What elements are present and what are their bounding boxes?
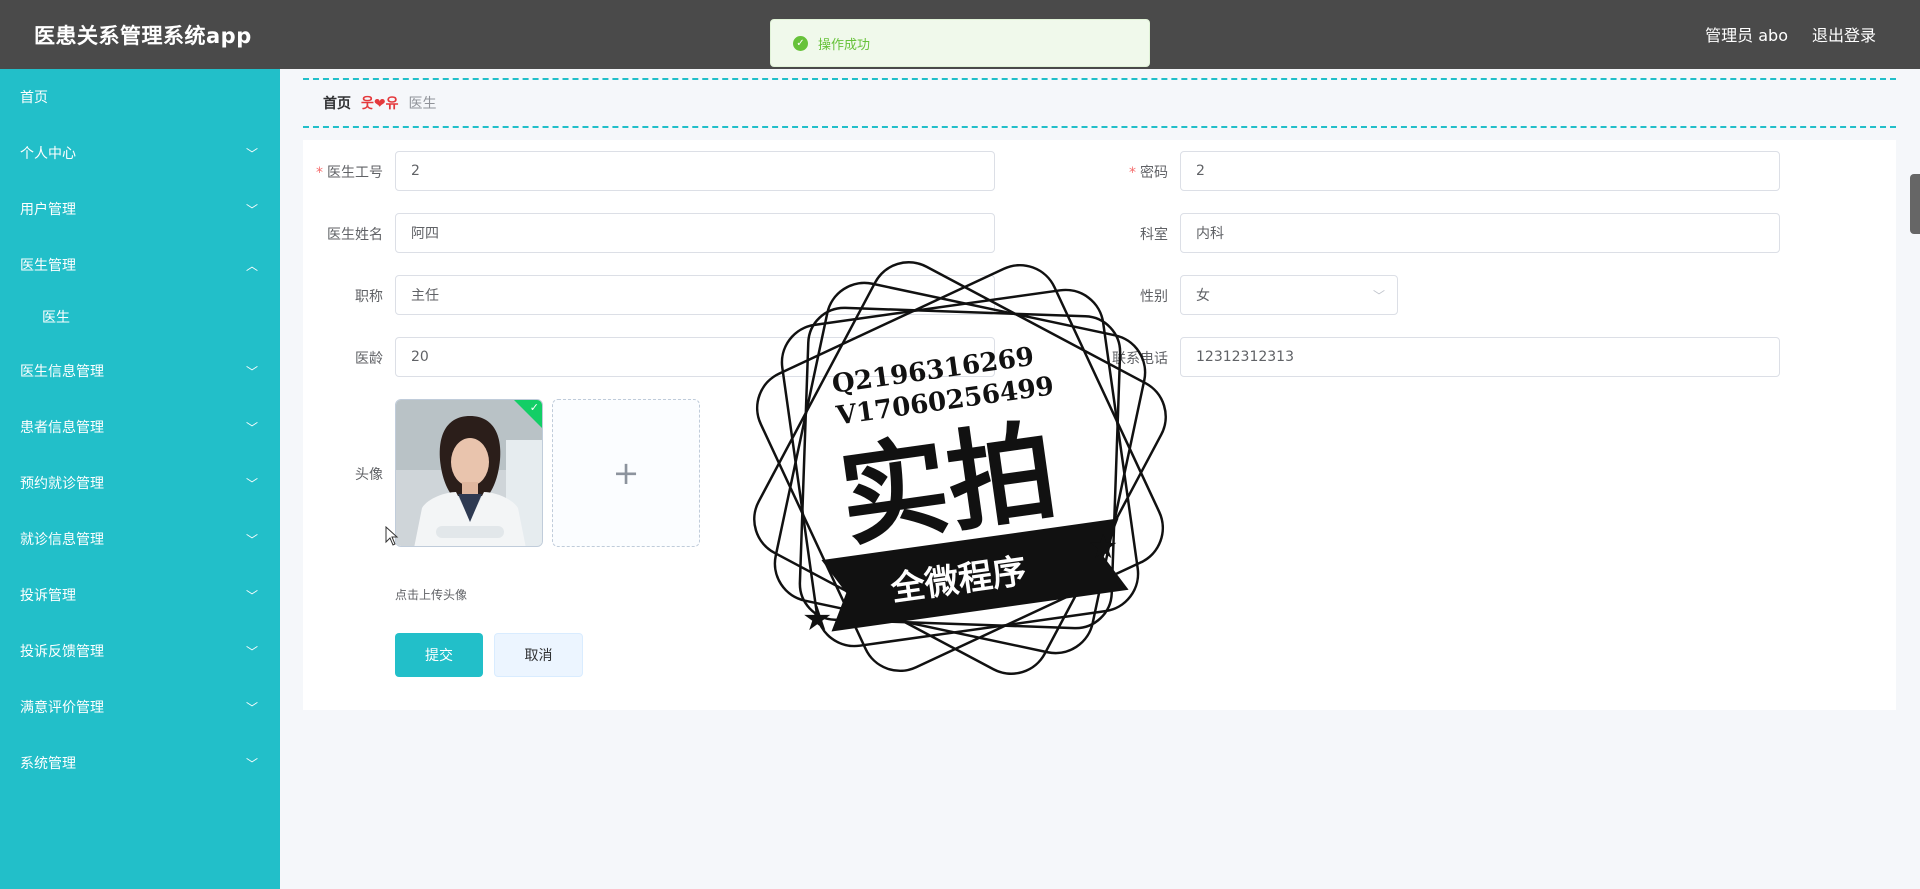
sidebar-item-system[interactable]: 系统管理 ﹀ bbox=[0, 741, 280, 785]
cancel-button[interactable]: 取消 bbox=[494, 633, 583, 677]
sidebar-subitem-doctor[interactable]: 医生 bbox=[0, 295, 280, 339]
sidebar-item-appointment[interactable]: 预约就诊管理 ﹀ bbox=[0, 461, 280, 505]
gender-select[interactable]: 女 ﹀ bbox=[1180, 275, 1398, 315]
sidebar-item-label: 医生信息管理 bbox=[20, 364, 104, 380]
success-check-icon: ✓ bbox=[793, 35, 808, 51]
sidebar-item-label: 用户管理 bbox=[20, 202, 76, 218]
chevron-down-icon: ﹀ bbox=[245, 645, 258, 659]
sidebar-item-label: 就诊信息管理 bbox=[20, 532, 104, 548]
logout-button[interactable]: 退出登录 bbox=[1812, 22, 1876, 46]
sidebar-item-personal-center[interactable]: 个人中心 ﹀ bbox=[0, 131, 280, 175]
toast-message: 操作成功 bbox=[818, 37, 871, 53]
title-label: 职称 bbox=[355, 289, 383, 305]
doctor-name-input[interactable]: 阿四 bbox=[395, 213, 995, 253]
sidebar-item-label: 医生 bbox=[42, 310, 70, 326]
plus-icon: + bbox=[612, 454, 640, 492]
chevron-down-icon: ﹀ bbox=[245, 589, 258, 603]
breadcrumb-home[interactable]: 首页 bbox=[323, 93, 351, 113]
mouse-cursor-icon bbox=[385, 526, 399, 546]
phone-input[interactable]: 12312312313 bbox=[1180, 337, 1780, 377]
admin-user-label[interactable]: 管理员 abo bbox=[1705, 22, 1788, 46]
breadcrumb: 首页 웃❤유 医生 bbox=[303, 78, 1896, 128]
sidebar-item-label: 医生管理 bbox=[20, 258, 76, 274]
doctor-name-label: 医生姓名 bbox=[327, 227, 383, 243]
avatar-thumbnail[interactable]: ✓ bbox=[395, 399, 543, 547]
sidebar-item-complaint-feedback[interactable]: 投诉反馈管理 ﹀ bbox=[0, 629, 280, 673]
password-input[interactable]: 2 bbox=[1180, 151, 1780, 191]
upload-tip: 点击上传头像 bbox=[395, 588, 468, 602]
success-toast: ✓ 操作成功 bbox=[770, 19, 1150, 67]
check-icon: ✓ bbox=[529, 401, 539, 414]
chevron-down-icon: ﹀ bbox=[245, 533, 258, 547]
app-title: 医患关系管理系统app bbox=[34, 24, 252, 48]
sidebar-item-satisfaction[interactable]: 满意评价管理 ﹀ bbox=[0, 685, 280, 729]
submit-button[interactable]: 提交 bbox=[395, 633, 483, 677]
sidebar: 首页 个人中心 ﹀ 用户管理 ﹀ 医生管理 ︿ 医生 医生信息管理 ﹀ 患者信息管理 ﹀ … bbox=[0, 69, 280, 889]
sidebar-item-patient-info[interactable]: 患者信息管理 ﹀ bbox=[0, 405, 280, 449]
sidebar-item-label: 投诉反馈管理 bbox=[20, 644, 104, 660]
sidebar-item-home[interactable]: 首页 bbox=[0, 75, 280, 119]
breadcrumb-current: 医生 bbox=[408, 96, 437, 112]
sidebar-item-label: 患者信息管理 bbox=[20, 420, 104, 436]
chevron-down-icon: ﹀ bbox=[245, 701, 258, 715]
header-actions: 管理员 abo 退出登录 bbox=[1705, 22, 1876, 46]
side-drawer-handle[interactable] bbox=[1910, 174, 1920, 234]
sidebar-item-label: 满意评价管理 bbox=[20, 700, 104, 716]
watermark-stamp: Q2196316269 V17060256499 实拍 全微程序 ★ ★ bbox=[753, 261, 1167, 675]
password-label: * 密码 bbox=[1129, 165, 1168, 181]
star-icon: ★ bbox=[1088, 527, 1118, 567]
chevron-down-icon: ﹀ bbox=[1372, 289, 1385, 303]
chevron-down-icon: ﹀ bbox=[245, 203, 258, 217]
department-label: 科室 bbox=[1140, 227, 1168, 243]
sidebar-item-label: 投诉管理 bbox=[20, 588, 76, 604]
star-icon: ★ bbox=[802, 599, 832, 639]
doctor-id-input[interactable]: 2 bbox=[395, 151, 995, 191]
sidebar-item-label: 首页 bbox=[20, 90, 48, 106]
chevron-down-icon: ﹀ bbox=[245, 147, 258, 161]
sidebar-item-label: 个人中心 bbox=[20, 146, 76, 162]
sidebar-item-label: 系统管理 bbox=[20, 756, 76, 772]
years-label: 医龄 bbox=[355, 351, 383, 367]
upload-avatar-button[interactable]: + bbox=[552, 399, 700, 547]
sidebar-item-doctor-management[interactable]: 医生管理 ︿ bbox=[0, 243, 280, 287]
sidebar-item-doctor-info[interactable]: 医生信息管理 ﹀ bbox=[0, 349, 280, 393]
doctor-id-label: * 医生工号 bbox=[316, 165, 383, 181]
avatar-label: 头像 bbox=[355, 467, 383, 483]
chevron-up-icon: ︿ bbox=[245, 259, 258, 273]
chevron-down-icon: ﹀ bbox=[245, 421, 258, 435]
sidebar-item-label: 预约就诊管理 bbox=[20, 476, 104, 492]
department-input[interactable]: 内科 bbox=[1180, 213, 1780, 253]
sidebar-item-user-management[interactable]: 用户管理 ﹀ bbox=[0, 187, 280, 231]
breadcrumb-separator: 웃❤유 bbox=[361, 96, 399, 112]
chevron-down-icon: ﹀ bbox=[245, 365, 258, 379]
sidebar-item-complaints[interactable]: 投诉管理 ﹀ bbox=[0, 573, 280, 617]
chevron-down-icon: ﹀ bbox=[245, 477, 258, 491]
sidebar-item-visit-info[interactable]: 就诊信息管理 ﹀ bbox=[0, 517, 280, 561]
chevron-down-icon: ﹀ bbox=[245, 757, 258, 771]
